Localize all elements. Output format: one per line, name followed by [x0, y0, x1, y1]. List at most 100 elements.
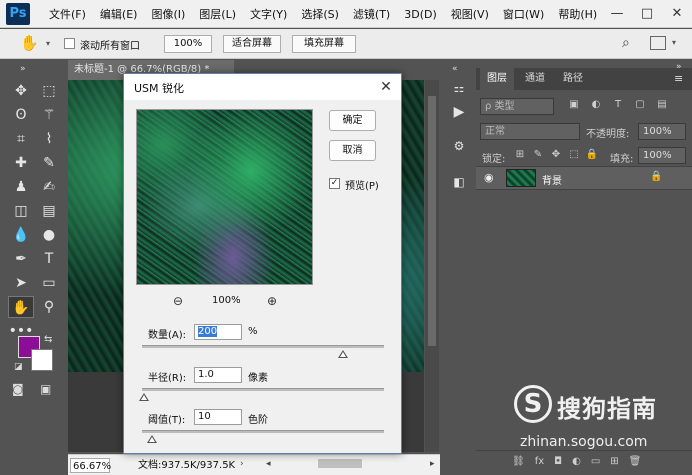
- zoom-tool-icon[interactable]: ⚲: [36, 296, 62, 318]
- menu-layer[interactable]: 图层(L): [192, 6, 243, 22]
- strip-collapse-icon[interactable]: «: [452, 64, 458, 74]
- fx-icon[interactable]: fx: [535, 456, 544, 467]
- menu-file[interactable]: 文件(F): [42, 6, 93, 22]
- radius-input[interactable]: 1.0: [194, 367, 242, 383]
- fill-input[interactable]: 100%: [638, 147, 686, 164]
- mask-icon[interactable]: ◘: [554, 456, 562, 467]
- preview-checkbox[interactable]: ✓: [329, 178, 340, 189]
- menu-type[interactable]: 文字(Y): [243, 6, 294, 22]
- hand-tool-icon[interactable]: ✋: [20, 34, 39, 52]
- menu-view[interactable]: 视图(V): [444, 6, 496, 22]
- gradient-tool-icon[interactable]: ▤: [36, 200, 62, 222]
- crop-tool-icon[interactable]: ⌗: [8, 128, 34, 150]
- path-selection-tool-icon[interactable]: ➤: [8, 272, 34, 294]
- threshold-input[interactable]: 10: [194, 409, 242, 425]
- stamp-tool-icon[interactable]: ♟: [8, 176, 34, 198]
- smart-filter-icon[interactable]: ▤: [654, 99, 670, 110]
- dodge-tool-icon[interactable]: ●: [36, 224, 62, 246]
- amount-slider-track[interactable]: [142, 345, 384, 348]
- fit-screen-button[interactable]: 适合屏幕: [223, 35, 281, 53]
- lock-transparent-icon[interactable]: ⊞: [512, 149, 528, 160]
- menu-3d[interactable]: 3D(D): [397, 8, 444, 21]
- swap-colors-icon[interactable]: ⇆: [44, 334, 52, 345]
- actions-play-icon[interactable]: ▶: [444, 100, 474, 124]
- shape-filter-icon[interactable]: ▢: [632, 99, 648, 110]
- background-color-swatch[interactable]: [31, 349, 53, 371]
- adjustment-filter-icon[interactable]: ◐: [588, 99, 604, 110]
- blend-mode-select[interactable]: 正常: [480, 123, 580, 140]
- ok-button[interactable]: 确定: [329, 110, 376, 131]
- dialog-close-icon[interactable]: ✕: [377, 78, 395, 96]
- lasso-tool-icon[interactable]: ʘ: [8, 104, 34, 126]
- type-filter-icon[interactable]: T: [610, 99, 626, 110]
- menu-filter[interactable]: 滤镜(T): [346, 6, 397, 22]
- default-colors-icon[interactable]: ◪: [14, 362, 23, 372]
- pixel-filter-icon[interactable]: ▣: [566, 99, 582, 110]
- quick-mask-icon[interactable]: ◙: [12, 382, 24, 396]
- history-brush-tool-icon[interactable]: ✍: [36, 176, 62, 198]
- zoom-out-icon[interactable]: ⊖: [170, 293, 186, 309]
- tab-paths[interactable]: 路径: [556, 68, 590, 90]
- eraser-tool-icon[interactable]: ◫: [8, 200, 34, 222]
- layer-name[interactable]: 背景: [542, 172, 562, 187]
- eye-icon[interactable]: ◉: [484, 171, 494, 184]
- adjustments-icon[interactable]: ◧: [444, 170, 474, 194]
- menu-edit[interactable]: 编辑(E): [93, 6, 145, 22]
- zoom-100-button[interactable]: 100%: [164, 35, 212, 53]
- tab-layers[interactable]: 图层: [480, 68, 514, 90]
- threshold-slider-thumb[interactable]: [146, 435, 157, 443]
- maximize-button[interactable]: □: [632, 0, 662, 28]
- scroll-all-checkbox[interactable]: [64, 38, 75, 52]
- move-tool-icon[interactable]: ✥: [8, 80, 34, 102]
- lock-artboard-icon[interactable]: ⬚: [566, 149, 582, 160]
- vertical-scroll-thumb[interactable]: [428, 96, 436, 346]
- adjust-icon[interactable]: ◐: [572, 456, 581, 467]
- opacity-input[interactable]: 100%: [638, 123, 686, 140]
- scroll-left-icon[interactable]: ◂: [266, 459, 271, 469]
- brush-tool-icon[interactable]: ✎: [36, 152, 62, 174]
- toolbar-collapse-icon[interactable]: »: [20, 64, 26, 74]
- magic-wand-tool-icon[interactable]: ⚚: [36, 104, 62, 126]
- new-layer-icon[interactable]: ⊞: [610, 456, 618, 467]
- properties-icon[interactable]: ⚙: [444, 134, 474, 158]
- search-icon[interactable]: ⌕: [622, 35, 630, 51]
- radius-slider-thumb[interactable]: [139, 393, 150, 401]
- scroll-right-icon[interactable]: ▸: [430, 459, 435, 469]
- fill-screen-button[interactable]: 填充屏幕: [292, 35, 356, 53]
- marquee-tool-icon[interactable]: ⬚: [36, 80, 62, 102]
- menu-window[interactable]: 窗口(W): [496, 6, 551, 22]
- lock-all-icon[interactable]: 🔒: [584, 149, 600, 160]
- menu-help[interactable]: 帮助(H): [551, 6, 604, 22]
- pen-tool-icon[interactable]: ✒: [8, 248, 34, 270]
- chevron-down-icon[interactable]: ▾: [46, 39, 50, 48]
- status-menu-icon[interactable]: ›: [240, 459, 244, 469]
- amount-slider-thumb[interactable]: [337, 350, 348, 358]
- healing-brush-tool-icon[interactable]: ✚: [8, 152, 34, 174]
- folder-icon[interactable]: ▭: [591, 456, 600, 467]
- filter-preview[interactable]: [136, 109, 313, 285]
- cancel-button[interactable]: 取消: [329, 140, 376, 161]
- lock-pixels-icon[interactable]: ✎: [530, 149, 546, 160]
- type-tool-icon[interactable]: T: [36, 248, 62, 270]
- horizontal-scroll-thumb[interactable]: [318, 459, 362, 468]
- history-icon[interactable]: ⚏: [444, 76, 474, 100]
- minimize-button[interactable]: —: [602, 0, 632, 28]
- zoom-in-icon[interactable]: ⊕: [264, 293, 280, 309]
- close-window-button[interactable]: ✕: [662, 0, 692, 28]
- workspace-chevron-icon[interactable]: ▾: [672, 38, 676, 47]
- tab-channels[interactable]: 通道: [518, 68, 552, 90]
- amount-input[interactable]: 200: [194, 324, 242, 340]
- layer-kind-filter[interactable]: ρ 类型: [480, 98, 554, 115]
- menu-image[interactable]: 图像(I): [144, 6, 192, 22]
- rectangle-tool-icon[interactable]: ▭: [36, 272, 62, 294]
- eyedropper-tool-icon[interactable]: ⌇: [36, 128, 62, 150]
- link-icon[interactable]: ⛓: [512, 456, 525, 467]
- hand-tool-button-icon[interactable]: ✋: [8, 296, 34, 318]
- workspace-icon[interactable]: [650, 36, 666, 50]
- lock-position-icon[interactable]: ✥: [548, 149, 564, 160]
- menu-select[interactable]: 选择(S): [294, 6, 346, 22]
- trash-icon[interactable]: 🗑: [629, 456, 642, 467]
- radius-slider-track[interactable]: [142, 388, 384, 391]
- status-zoom[interactable]: 66.67%: [70, 458, 111, 473]
- screen-mode-icon[interactable]: ▣: [40, 382, 51, 396]
